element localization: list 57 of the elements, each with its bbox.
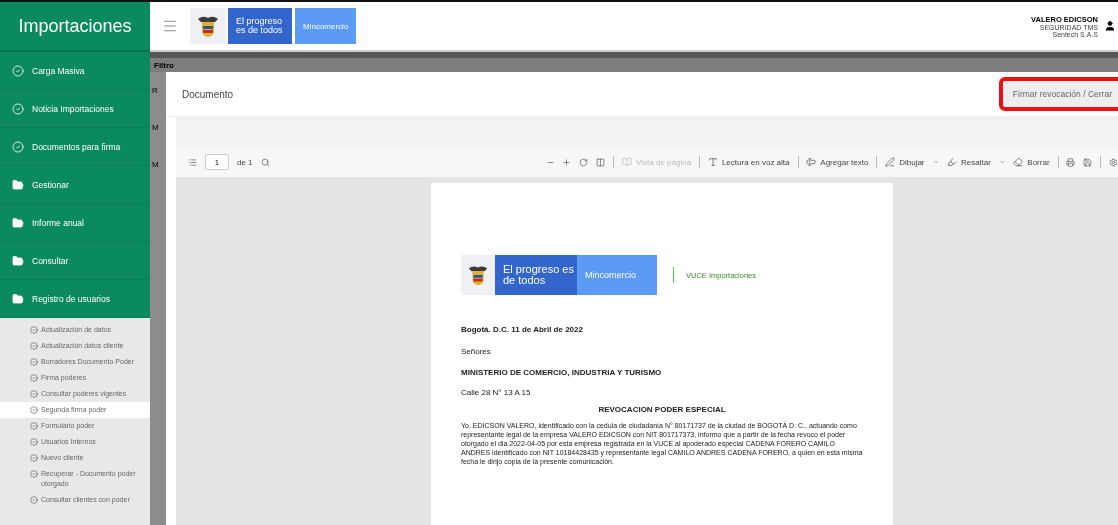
fit-page-icon[interactable] [596,156,606,168]
save-icon[interactable] [1083,156,1093,168]
folder-icon [12,292,24,305]
letter-subject: REVOCACION PODER ESPECIAL [597,404,727,415]
list-icon[interactable] [188,156,197,168]
highlight-button[interactable]: Resaltar [947,157,991,167]
background-label: R [152,86,159,95]
folder-icon [12,216,24,229]
address: Calle 28 N° 13 A 15 [461,388,532,399]
caret-icon[interactable] [932,158,939,166]
background-label: M [152,160,160,169]
draw-button[interactable]: Dibujar [885,157,925,167]
slogan-logo: El progreso es de todos [228,8,292,44]
zoom-in-icon[interactable] [562,156,572,168]
recipient: MINISTERIO DE COMERCIO, INDUSTRIA Y TURISMO [461,367,663,379]
ministry-logo: Mincomercio [295,8,357,44]
check-circle-icon [30,358,38,366]
check-circle-icon [30,422,38,430]
check-circle-icon [30,496,38,504]
settings-icon[interactable] [1109,156,1118,168]
add-text-button[interactable]: Agregar texto [806,157,869,167]
letter-icon [707,157,718,167]
book-icon [622,157,633,167]
slogan-logo: El progreso es de todos [495,255,577,295]
check-circle-icon [30,406,38,414]
text-box-icon [806,157,817,167]
search-icon[interactable] [260,156,270,168]
caret-icon[interactable] [998,158,1006,166]
folder-icon [12,178,24,191]
rotate-icon[interactable] [579,156,589,168]
folder-icon [12,254,24,267]
check-circle-icon [30,326,38,334]
menu-icon[interactable] [162,18,178,34]
dialog-title: Documento [182,88,234,100]
user-icon[interactable] [1104,20,1116,32]
erase-button[interactable]: Borrar [1013,157,1050,167]
check-circle-icon [30,470,38,478]
letter-date: Bogotá. D.C. 11 de Abril de 2022 [461,325,584,336]
highlighter-icon [947,157,957,167]
coat-of-arms-icon [466,263,490,287]
read-aloud-button[interactable]: Lectura en voz alta [707,157,790,167]
check-circle-icon [30,390,38,398]
background-label: M [152,123,160,132]
check-circle-icon [12,140,24,153]
print-icon[interactable] [1066,156,1076,168]
check-circle-icon [12,102,24,115]
check-circle-icon [30,342,38,350]
page-count: de 1 [236,157,253,167]
check-circle-icon [30,374,38,382]
salutation: Señores [461,347,492,358]
check-circle-icon [30,438,38,446]
filter-heading: Filtro [154,60,174,70]
ministry-logo: Mincomercio [577,255,657,295]
eraser-icon [1013,157,1024,167]
check-circle-icon [12,64,24,77]
pen-icon [885,157,896,167]
check-circle-icon [30,454,38,462]
